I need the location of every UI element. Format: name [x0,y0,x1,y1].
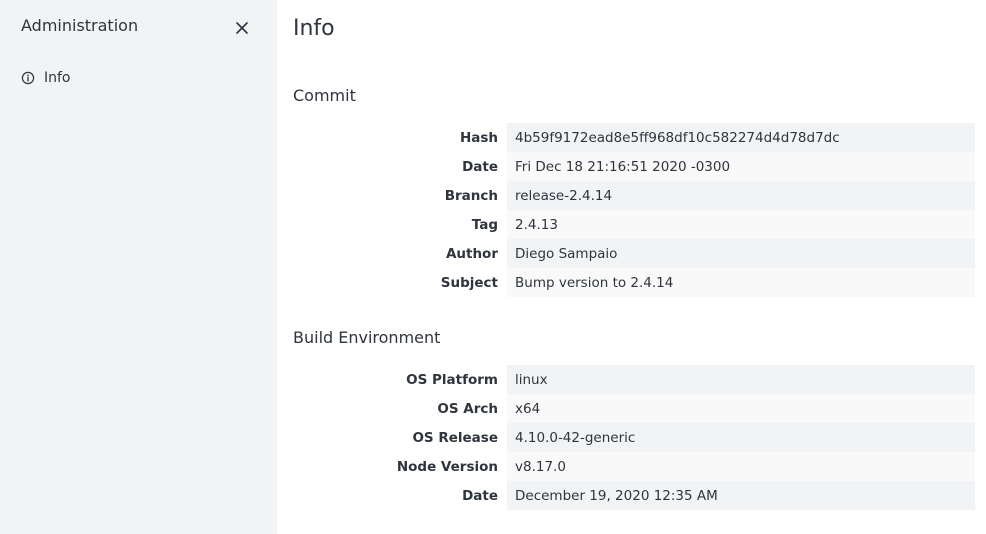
row-key: Hash [459,129,498,146]
row-value: 4b59f9172ead8e5ff968df10c582274d4d78d7dc [507,123,975,152]
table-row: Date Fri Dec 18 21:16:51 2020 -0300 [277,152,975,181]
table-row: OS Platform linux [277,365,975,394]
build-table: OS Platform linux OS Arch x64 OS Release 4.10… [277,365,975,510]
row-key: OS Release [412,429,498,446]
sidebar-item-label: Info [44,70,71,86]
row-value: 4.10.0-42-generic [507,423,975,452]
table-row: Subject Bump version to 2.4.14 [277,268,975,297]
table-row: Branch release-2.4.14 [277,181,975,210]
close-icon [236,22,248,34]
row-key: Node Version [396,458,498,475]
page-title: Info [293,16,335,41]
row-key: OS Arch [437,400,498,417]
row-key: OS Platform [406,371,498,388]
row-value: Diego Sampaio [507,239,975,268]
table-row: OS Arch x64 [277,394,975,423]
row-value: v8.17.0 [507,452,975,481]
info-circle-icon [21,71,35,85]
sidebar: Administration Info [0,0,277,534]
table-row: Node Version v8.17.0 [277,452,975,481]
row-value: Bump version to 2.4.14 [507,268,975,297]
row-key: Branch [444,187,498,204]
section-title-build: Build Environment [293,328,441,347]
row-value: 2.4.13 [507,210,975,239]
table-row: Hash 4b59f9172ead8e5ff968df10c582274d4d78… [277,123,975,152]
app: Administration Info Info Commit Hash 4b59… [0,0,986,534]
main-content: Info Commit Hash 4b59f9172ead8e5ff968df10… [277,0,986,534]
row-value: x64 [507,394,975,423]
row-key: Author [445,245,498,262]
close-button[interactable] [232,18,252,38]
table-row: Date December 19, 2020 12:35 AM [277,481,975,510]
table-row: OS Release 4.10.0-42-generic [277,423,975,452]
row-value: December 19, 2020 12:35 AM [507,481,975,510]
table-row: Tag 2.4.13 [277,210,975,239]
row-value: linux [507,365,975,394]
table-row: Author Diego Sampaio [277,239,975,268]
commit-table: Hash 4b59f9172ead8e5ff968df10c582274d4d78… [277,123,975,297]
sidebar-item-info[interactable]: Info [21,70,71,86]
row-key: Tag [471,216,498,233]
row-key: Date [462,158,498,175]
sidebar-title: Administration [21,16,139,35]
section-title-commit: Commit [293,86,356,105]
row-key: Subject [440,274,498,291]
row-value: Fri Dec 18 21:16:51 2020 -0300 [507,152,975,181]
row-key: Date [462,487,498,504]
row-value: release-2.4.14 [507,181,975,210]
